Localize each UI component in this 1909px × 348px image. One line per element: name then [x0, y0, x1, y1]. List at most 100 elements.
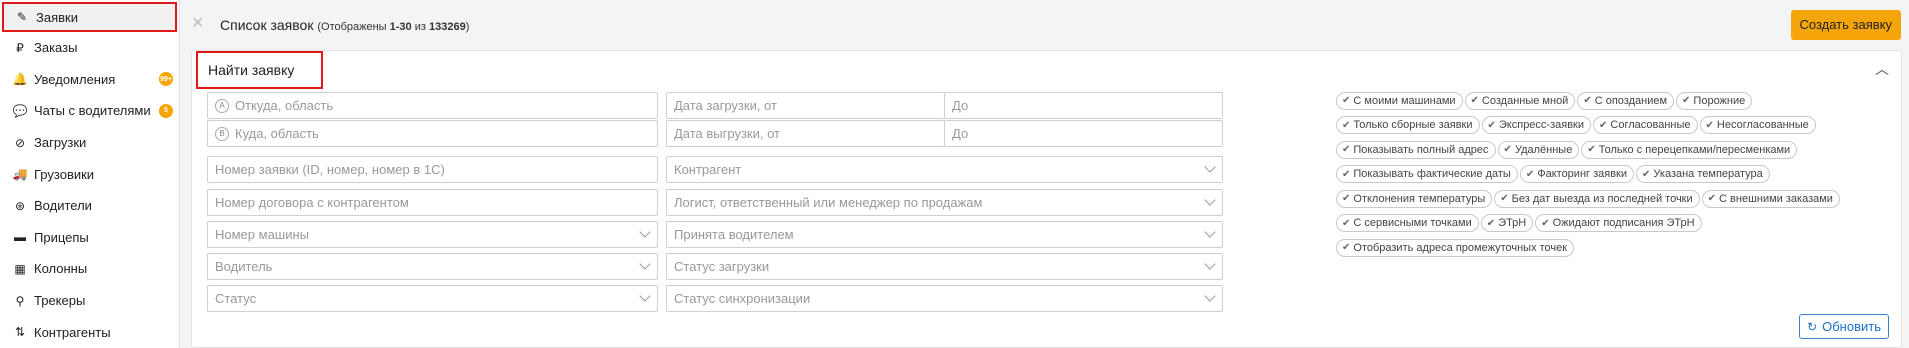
- driver-select[interactable]: Водитель: [207, 253, 658, 280]
- check-icon: ✔: [1342, 95, 1351, 106]
- chevron-down-icon: [639, 226, 651, 238]
- sidebar-item[interactable]: 🔔 Уведомления 99+: [0, 64, 179, 96]
- filter-chip[interactable]: ✔ Без дат выезда из последней точки: [1494, 189, 1700, 208]
- check-icon: ✔: [1342, 242, 1351, 253]
- check-icon: ✔: [1342, 119, 1351, 131]
- refresh-button[interactable]: ↻ Обновить: [1799, 314, 1889, 339]
- sidebar-item[interactable]: ⊛ Водители: [0, 190, 179, 222]
- filter-chip[interactable]: ✔ Несогласованные: [1699, 116, 1816, 134]
- status-select[interactable]: Статус: [207, 285, 658, 312]
- filter-chip[interactable]: ✔ Только сборные заявки: [1336, 116, 1480, 134]
- filter-chip-label: Согласованные: [1610, 119, 1691, 131]
- filter-chip[interactable]: ✔ Показывать фактические даты: [1336, 165, 1518, 183]
- contract-number-placeholder: Номер договора с контрагентом: [215, 195, 409, 210]
- sidebar-item[interactable]: 🚚 Грузовики: [0, 158, 179, 190]
- accepted-by-driver-select[interactable]: Принята водителем: [666, 221, 1223, 248]
- from-region-placeholder: Откуда, область: [235, 98, 334, 113]
- sidebar: ✎ Заявки ₽ Заказы 🔔 Уведомления 99+ 💬 Чаты с вод…: [0, 0, 180, 348]
- chevron-down-icon: [639, 290, 651, 302]
- logist-placeholder: Логист, ответственный или менеджер по пр…: [674, 195, 983, 210]
- chevron-down-icon: [1204, 226, 1216, 238]
- filter-chip-label: С моими машинами: [1353, 94, 1456, 107]
- filter-chip[interactable]: ✔ Факторинг заявки: [1519, 165, 1635, 183]
- chevron-down-icon: [1204, 258, 1216, 270]
- load-status-select[interactable]: Статус загрузки: [666, 253, 1223, 280]
- sync-status-placeholder: Статус синхронизации: [674, 291, 811, 306]
- filter-chip[interactable]: ✔ С моими машинами: [1336, 91, 1463, 110]
- search-panel-title: Найти заявку: [196, 51, 323, 89]
- filter-chip[interactable]: ✔ Порожние: [1676, 91, 1753, 110]
- refresh-label: Обновить: [1822, 319, 1881, 334]
- point-a-icon: A: [215, 98, 229, 113]
- filter-chip[interactable]: ✔ Удалённые: [1497, 140, 1580, 159]
- chevron-down-icon: [1204, 290, 1216, 302]
- filter-chip-label: Отобразить адреса промежуточных точек: [1353, 241, 1568, 254]
- filter-chip[interactable]: ✔ Ожидают подписания ЭТрН: [1535, 214, 1702, 232]
- driver-placeholder: Водитель: [215, 259, 273, 274]
- counterparty-placeholder: Контрагент: [674, 162, 742, 177]
- filter-chip[interactable]: ✔ Только с перецепками/пересменками: [1581, 140, 1798, 159]
- truck-icon: 🚚: [12, 167, 28, 182]
- warehouse-icon: ▦: [14, 261, 26, 276]
- notification-badge: 5: [159, 103, 173, 118]
- check-icon: ✔: [1503, 144, 1512, 155]
- from-region-input[interactable]: A Откуда, область: [207, 92, 658, 119]
- close-icon[interactable]: ×: [192, 13, 210, 33]
- sidebar-item[interactable]: ₽ Заказы: [0, 32, 179, 64]
- filter-chip[interactable]: ✔ ЭТрН: [1480, 214, 1534, 232]
- filter-chip-label: Показывать полный адрес: [1353, 143, 1489, 156]
- unload-date-to-input[interactable]: До: [944, 120, 1223, 147]
- filter-chip[interactable]: ✔ С опозданием: [1577, 91, 1675, 110]
- bell-icon: 🔔: [12, 72, 28, 87]
- contract-number-input[interactable]: Номер договора с контрагентом: [207, 189, 658, 216]
- sidebar-item[interactable]: ⇅ Контрагенты: [0, 316, 179, 348]
- refresh-icon: ↻: [1807, 319, 1818, 334]
- filter-chip[interactable]: ✔ Указана температура: [1636, 165, 1770, 183]
- to-region-input[interactable]: B Куда, область: [207, 120, 658, 147]
- shown-range: 1-30: [389, 21, 412, 33]
- filter-chip-label: Созданные мной: [1481, 94, 1569, 107]
- sidebar-item[interactable]: ▦ Колонны: [0, 253, 179, 285]
- counterparty-select[interactable]: Контрагент: [666, 156, 1223, 183]
- top-bar: × Список заявок (Отображены 1-30 из 1332…: [180, 0, 1909, 50]
- sidebar-item[interactable]: ✎ Заявки: [2, 2, 177, 32]
- sidebar-item-label: Трекеры: [34, 293, 86, 309]
- filter-chip-label: Показывать фактические даты: [1353, 168, 1511, 180]
- unload-date-from-input[interactable]: Дата выгрузки, от: [666, 120, 945, 147]
- load-date-to-input[interactable]: До: [944, 92, 1223, 119]
- load-date-to-placeholder: До: [952, 98, 969, 113]
- check-icon: ✔: [1500, 193, 1509, 204]
- sidebar-item[interactable]: 💬 Чаты с водителями 5: [0, 95, 179, 127]
- create-order-button[interactable]: Создать заявку: [1790, 10, 1901, 40]
- filter-chip[interactable]: ✔ Показывать полный адрес: [1336, 140, 1496, 159]
- chevron-up-icon[interactable]: ︿: [1875, 59, 1889, 79]
- sidebar-item[interactable]: ▬ Прицепы: [0, 222, 179, 254]
- vehicle-number-select[interactable]: Номер машины: [207, 221, 658, 248]
- check-icon: ✔: [1583, 95, 1592, 106]
- load-date-from-input[interactable]: Дата загрузки, от: [666, 92, 945, 119]
- accepted-by-driver-placeholder: Принята водителем: [674, 227, 794, 242]
- filter-chip-label: Только с перецепками/пересменками: [1598, 143, 1791, 156]
- logist-select[interactable]: Логист, ответственный или менеджер по пр…: [666, 189, 1223, 216]
- sidebar-item-label: Прицепы: [34, 229, 89, 245]
- sidebar-item-label: Колонны: [34, 261, 88, 277]
- filter-chip[interactable]: ✔ С внешними заказами: [1701, 189, 1840, 208]
- filter-chip-label: Только сборные заявки: [1353, 119, 1473, 131]
- filter-chip[interactable]: ✔ Отобразить адреса промежуточных точек: [1336, 238, 1575, 257]
- sidebar-item-label: Загрузки: [34, 135, 87, 151]
- order-number-input[interactable]: Номер заявки (ID, номер, номер в 1С): [207, 156, 658, 183]
- chevron-down-icon: [639, 258, 651, 270]
- filter-chip[interactable]: ✔ Отклонения температуры: [1336, 189, 1493, 208]
- filter-chip-label: Ожидают подписания ЭТрН: [1552, 217, 1695, 229]
- sync-status-select[interactable]: Статус синхронизации: [666, 285, 1223, 312]
- filter-chip[interactable]: ✔ Экспресс-заявки: [1481, 116, 1592, 134]
- check-icon: ✔: [1642, 168, 1651, 180]
- filter-chip[interactable]: ✔ Созданные мной: [1464, 91, 1576, 110]
- sidebar-item[interactable]: ⊘ Загрузки: [0, 127, 179, 159]
- filter-chip-label: Без дат выезда из последней точки: [1511, 192, 1693, 205]
- sidebar-item[interactable]: ⚲ Трекеры: [0, 285, 179, 317]
- filter-chip[interactable]: ✔ Согласованные: [1593, 116, 1698, 134]
- shown-prefix: (Отображены: [317, 21, 390, 33]
- unload-date-from-placeholder: Дата выгрузки, от: [674, 126, 781, 141]
- filter-chip[interactable]: ✔ С сервисными точками: [1336, 214, 1479, 232]
